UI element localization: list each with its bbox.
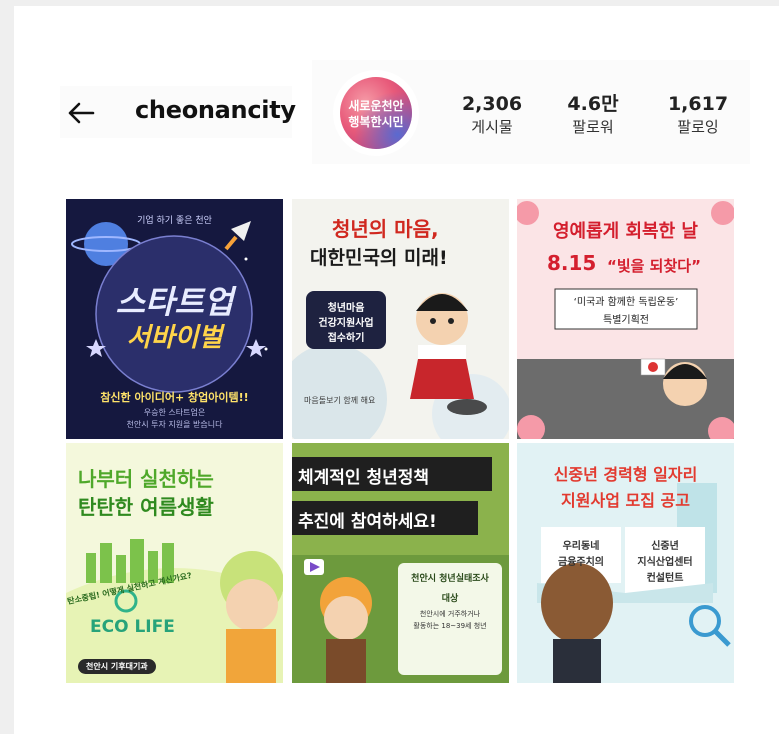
post-3-quote: “빛을 되찾다” — [607, 257, 701, 275]
post-thumbnail-5[interactable]: 체계적인 청년정책 추진에 참여하세요! 천안시 청년실태조사 대상 천안시에 … — [292, 443, 509, 683]
post-2-box-3: 접수하기 — [327, 333, 365, 344]
post-6-left2: 금융주치의 — [558, 557, 604, 568]
post-thumbnail-1[interactable]: 기업 하기 좋은 천안 스타트업 서바이벌 참신한 아이디어+ 창업아이템!! … — [66, 199, 283, 439]
post-1-small: 우승한 스타트업은 — [143, 408, 206, 417]
stat-label: 게시물 — [471, 118, 513, 136]
post-5-title2: 추진에 참여하세요! — [298, 512, 437, 532]
stat-label: 팔로잉 — [677, 118, 719, 136]
post-thumbnail-3[interactable]: 영예롭게 회복한 날 8.15 “빛을 되찾다” ‘미국과 함께한 독립운동’ … — [517, 199, 734, 439]
post-thumbnail-2[interactable]: 청년의 마음, 대한민국의 미래! 청년마음 건강지원사업 접수하기 마음돌보기… — [292, 199, 509, 439]
post-2-note: 마음돌보기 함께 해요 — [304, 396, 376, 405]
username: cheonancity — [135, 96, 296, 124]
post-1-top: 기업 하기 좋은 천안 — [137, 216, 212, 226]
stat-followers[interactable]: 4.6만 팔로워 — [548, 92, 638, 138]
post-5-title1: 체계적인 청년정책 — [298, 468, 430, 488]
stat-following[interactable]: 1,617 팔로잉 — [653, 92, 743, 138]
avatar-line-1: 새로운천안 — [348, 98, 403, 113]
post-3-date: 8.15 — [547, 251, 597, 275]
post-5-panel: 천안시 청년실태조사 — [411, 574, 489, 584]
post-5-desc1: 천안시에 거주하거나 — [419, 610, 481, 618]
post-6-right3: 컨설턴트 — [646, 573, 684, 584]
post-1-title2: 서바이벌 — [126, 323, 223, 353]
stat-value: 1,617 — [667, 93, 729, 115]
stat-posts[interactable]: 2,306 게시물 — [447, 92, 537, 138]
post-2-box-1: 청년마음 — [327, 303, 365, 314]
back-arrow-icon[interactable] — [64, 96, 98, 130]
post-1-small2: 천안시 투자 지원을 받습니다 — [126, 420, 223, 429]
post-2-title2: 대한민국의 미래! — [310, 247, 448, 269]
post-5-desc2: 활동하는 18~39세 청년 — [413, 622, 487, 630]
post-1-sub: 참신한 아이디어+ 창업아이템!! — [100, 391, 249, 404]
post-2-box-2: 건강지원사업 — [318, 318, 374, 329]
stat-value: 4.6만 — [567, 93, 619, 115]
post-3-title: 영예롭게 회복한 날 — [552, 221, 698, 242]
post-3-box1: ‘미국과 함께한 독립운동’ — [573, 297, 679, 308]
post-6-right1: 신중년 — [651, 541, 679, 552]
post-6-title1: 신중년 경력형 일자리 — [553, 465, 698, 484]
post-6-left1: 우리동네 — [562, 541, 600, 552]
post-4-eco: ECO LIFE — [90, 617, 175, 637]
post-4-dept: 천안시 기후대기과 — [78, 659, 156, 674]
post-6-right2: 지식산업센터 — [637, 557, 693, 568]
post-4-title1: 나부터 실천하는 — [78, 467, 214, 491]
stat-value: 2,306 — [461, 93, 523, 115]
avatar-line-2: 행복한시민 — [348, 114, 403, 129]
post-6-title2: 지원사업 모집 공고 — [561, 491, 690, 510]
stat-label: 팔로워 — [572, 118, 614, 136]
post-4-title2: 탄탄한 여름생활 — [78, 495, 214, 519]
post-2-title1: 청년의 마음, — [332, 217, 439, 241]
post-thumbnail-4[interactable]: 나부터 실천하는 탄탄한 여름생활 탄소중립! 어떻게 실천하고 계신가요? E… — [66, 443, 283, 683]
post-thumbnail-6[interactable]: 신중년 경력형 일자리 지원사업 모집 공고 우리동네 금융주치의 신중년 지식… — [517, 443, 734, 683]
post-3-box2: 특별기획전 — [603, 315, 649, 326]
post-5-target: 대상 — [441, 594, 459, 604]
avatar[interactable]: 새로운천안 행복한시민 — [333, 70, 419, 156]
